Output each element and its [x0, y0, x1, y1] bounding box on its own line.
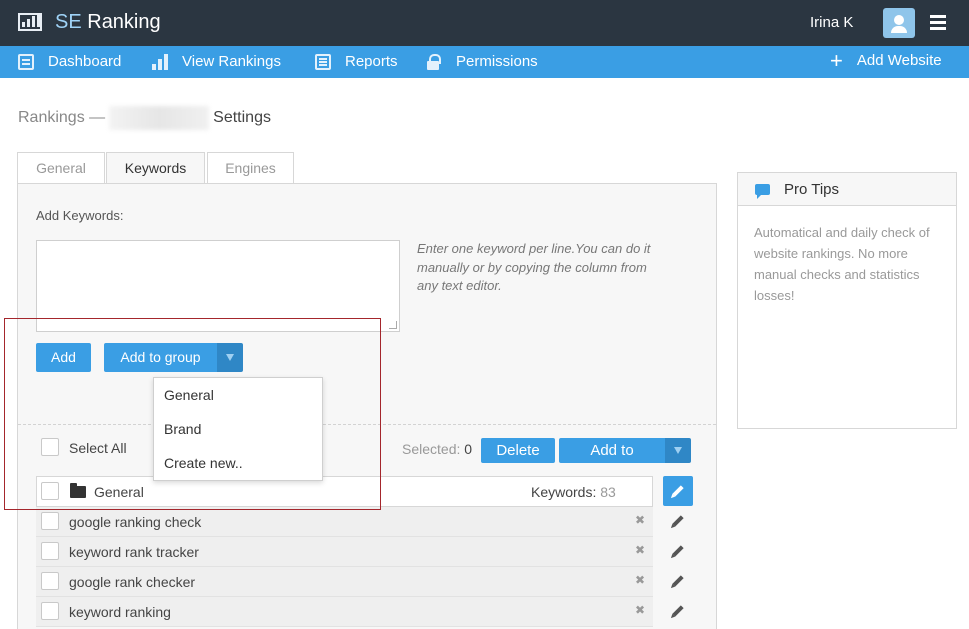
row-checkbox[interactable]: [41, 542, 59, 560]
chat-bubble-icon: [755, 184, 770, 199]
reports-icon: [315, 53, 331, 70]
selected-count: 0: [464, 441, 473, 457]
row-checkbox[interactable]: [41, 572, 59, 590]
lock-icon: [426, 53, 442, 70]
edit-group-button[interactable]: [663, 476, 693, 506]
selected-counter: Selected: 0: [402, 441, 472, 457]
logo-text[interactable]: SE Ranking: [55, 11, 161, 34]
keywords-count-value: 83: [600, 484, 616, 500]
avatar[interactable]: [883, 8, 915, 38]
top-bar: SE Ranking Irina K: [0, 0, 969, 46]
breadcrumb-rankings[interactable]: Rankings —: [18, 109, 105, 127]
add-to-dropdown-toggle[interactable]: [665, 438, 691, 463]
keywords-hint: Enter one keyword per line.You can do it…: [417, 241, 651, 293]
pencil-icon: [672, 485, 684, 497]
nav-item-label: View Rankings: [182, 53, 281, 70]
selected-label: Selected:: [402, 441, 461, 457]
row-checkbox[interactable]: [41, 512, 59, 530]
breadcrumb: Rankings — Settings: [18, 106, 271, 130]
keyword-text: google ranking check: [69, 514, 202, 530]
add-website-button[interactable]: + Add Website: [830, 47, 942, 73]
dashboard-icon: [18, 53, 34, 70]
menu-icon[interactable]: [930, 15, 946, 31]
pro-tips-panel: Pro Tips Automatical and daily check of …: [737, 172, 957, 429]
delete-icon[interactable]: ✖: [635, 603, 645, 617]
table-row[interactable]: google rank checker ✖: [36, 567, 653, 597]
blurred-site-name: [109, 106, 210, 130]
plus-icon: +: [830, 47, 843, 73]
row-checkbox[interactable]: [41, 602, 59, 620]
resize-handle-icon[interactable]: [389, 321, 397, 329]
table-row[interactable]: keyword ranking ✖: [36, 597, 653, 627]
keyword-text: google rank checker: [69, 574, 196, 590]
tab-keywords[interactable]: Keywords: [106, 152, 205, 185]
nav-bar: Dashboard View Rankings Reports Permissi…: [0, 46, 969, 78]
nav-item-permissions[interactable]: Permissions: [426, 53, 538, 70]
breadcrumb-settings: Settings: [213, 109, 271, 126]
nav-item-label: Reports: [345, 53, 398, 70]
nav-item-label: Permissions: [456, 53, 538, 70]
bar-chart-icon: [152, 53, 168, 70]
group-keywords-count: Keywords: 83: [531, 484, 616, 500]
logo-icon: [18, 13, 42, 31]
keyword-text: keyword ranking: [69, 604, 171, 620]
nav-item-dashboard[interactable]: Dashboard: [18, 53, 121, 70]
nav-item-reports[interactable]: Reports: [315, 53, 398, 70]
delete-icon[interactable]: ✖: [635, 573, 645, 587]
nav-item-label: Dashboard: [48, 53, 122, 70]
tab-engines[interactable]: Engines: [207, 152, 294, 184]
tab-general[interactable]: General: [17, 152, 105, 184]
add-website-label: Add Website: [856, 52, 942, 69]
pro-tips-title: Pro Tips: [784, 181, 840, 198]
delete-icon[interactable]: ✖: [635, 543, 645, 557]
user-name[interactable]: Irina K: [810, 14, 853, 31]
highlight-box: [4, 318, 381, 510]
keywords-count-label: Keywords:: [531, 484, 597, 500]
add-to-button[interactable]: Add to: [559, 438, 665, 463]
table-row[interactable]: keyword rank tracker ✖: [36, 537, 653, 567]
pro-tips-header: Pro Tips: [738, 173, 956, 206]
chevron-down-icon: [674, 447, 682, 454]
table-row[interactable]: google ranking check ✖: [36, 507, 653, 537]
delete-button[interactable]: Delete: [481, 438, 555, 463]
nav-item-view-rankings[interactable]: View Rankings: [152, 53, 281, 70]
keyword-text: keyword rank tracker: [69, 544, 199, 560]
delete-icon[interactable]: ✖: [635, 513, 645, 527]
pro-tips-text: Automatical and daily check of website r…: [754, 225, 930, 303]
add-keywords-label: Add Keywords:: [36, 208, 124, 223]
